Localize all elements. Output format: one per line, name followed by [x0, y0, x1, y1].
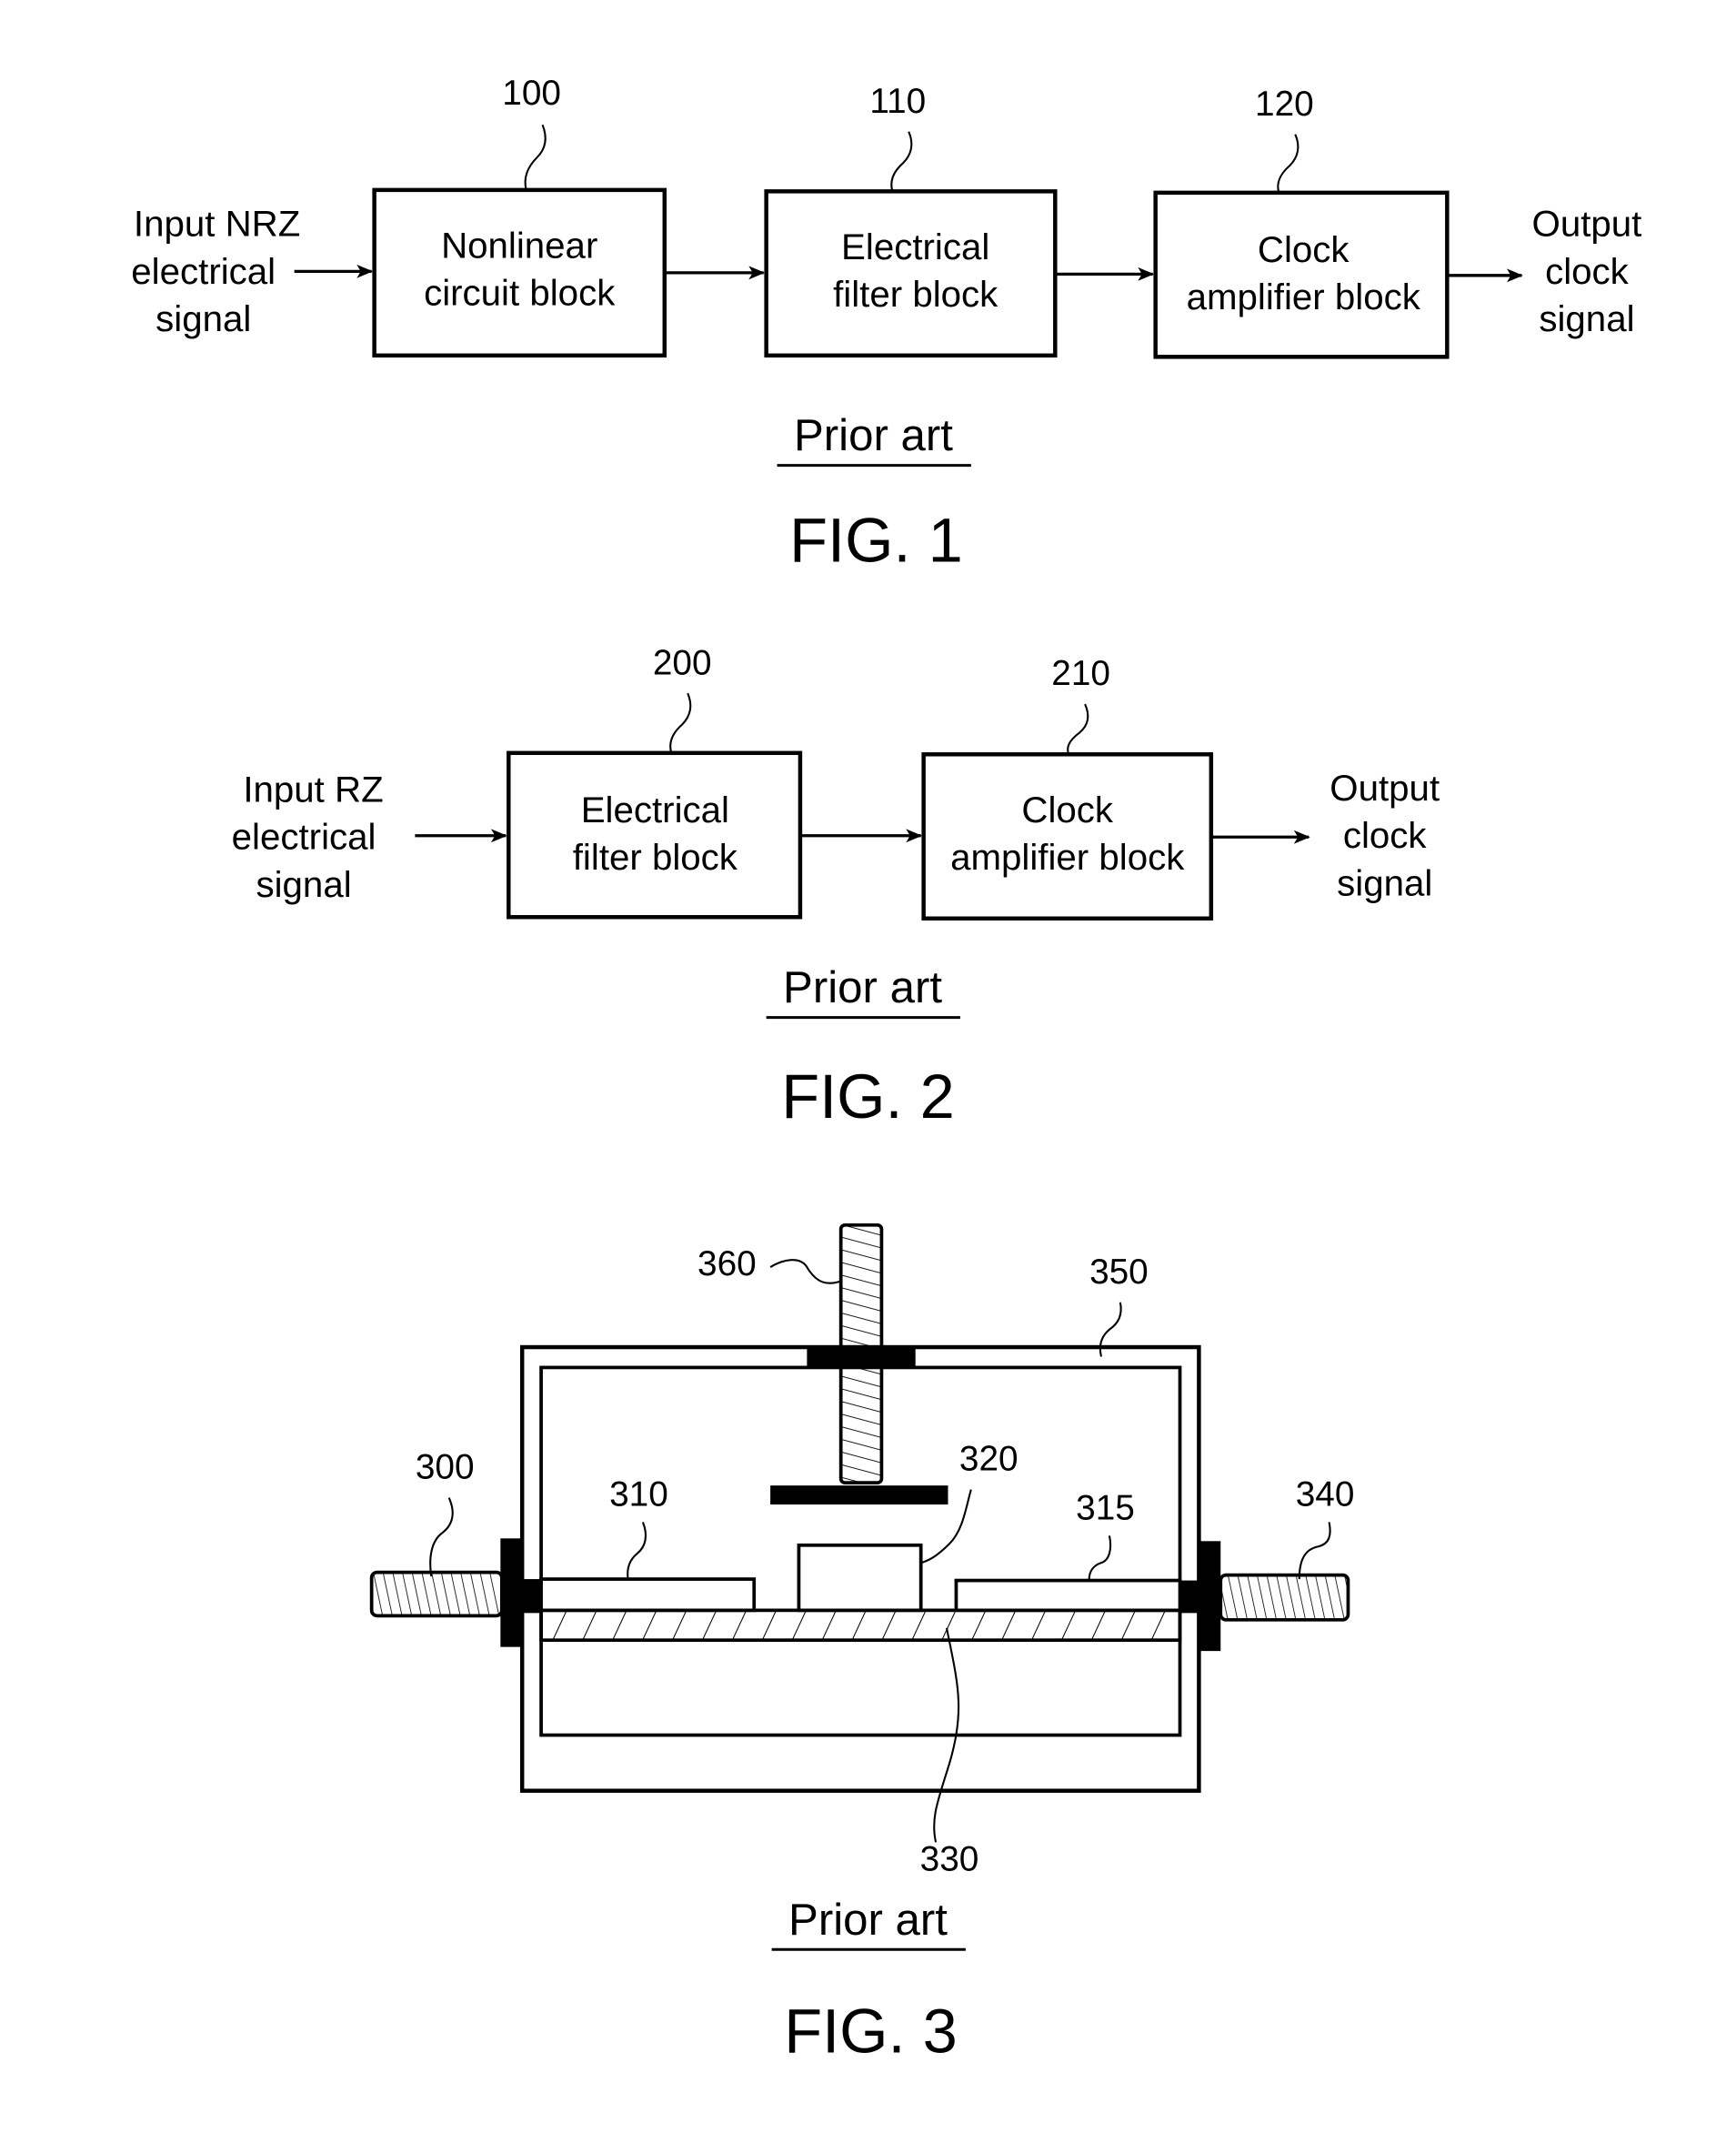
- leader-340: [1298, 1522, 1331, 1580]
- ref-210: 210: [1051, 654, 1110, 693]
- device-320: [797, 1543, 923, 1613]
- connector-340: [1179, 1541, 1350, 1652]
- leader-110: [890, 131, 913, 192]
- ref-100: 100: [502, 74, 561, 113]
- ref-200: 200: [653, 643, 712, 682]
- fig1-output-line-3: signal: [1539, 298, 1634, 339]
- fig2-output-label: Output clock signal: [1330, 768, 1440, 903]
- fig1-caption: FIG. 1: [789, 506, 963, 576]
- line-310: [539, 1577, 757, 1613]
- ref-120: 120: [1255, 85, 1314, 124]
- fig1-input-line-2: electrical: [131, 251, 276, 292]
- figure-2: Input RZ electrical signal Electrical fi…: [232, 643, 1440, 1132]
- ref-340: 340: [1296, 1475, 1355, 1514]
- fig2-input-label: Input RZ electrical signal: [232, 769, 384, 904]
- block-210-line-1: Clock: [1021, 790, 1114, 830]
- block-210-line-2: amplifier block: [950, 837, 1185, 878]
- ref-330: 330: [920, 1840, 979, 1879]
- leader-100: [524, 124, 547, 191]
- block-100-line-2: circuit block: [424, 273, 616, 314]
- line-315: [954, 1578, 1182, 1613]
- leader-300: [429, 1497, 454, 1577]
- figure-1: Input NRZ electrical signal Nonlinear ci…: [131, 74, 1641, 576]
- fig2-output-line-3: signal: [1337, 862, 1432, 903]
- fig1-input-line-3: signal: [156, 298, 251, 339]
- fig2-input-line-3: signal: [256, 864, 351, 905]
- ref-310: 310: [609, 1475, 668, 1514]
- fig1-block-clock-amplifier: Clock amplifier block: [1153, 190, 1450, 359]
- block-120-line-1: Clock: [1258, 229, 1350, 270]
- ref-360: 360: [697, 1244, 757, 1283]
- fig1-input-label: Input NRZ electrical signal: [131, 204, 300, 339]
- connector-300: [369, 1538, 542, 1647]
- fig2-output-line-2: clock: [1343, 815, 1428, 856]
- screw-nut: [807, 1348, 916, 1368]
- fig3-prior-art-label: Prior art: [788, 1895, 948, 1945]
- block-110-line-1: Electrical: [841, 226, 989, 267]
- block-110-line-2: filter block: [833, 274, 998, 315]
- block-100-line-1: Nonlinear: [441, 225, 597, 266]
- block-200-line-1: Electrical: [581, 790, 729, 830]
- tuning-disk: [770, 1485, 948, 1505]
- fig2-output-line-1: Output: [1330, 768, 1440, 809]
- ref-315: 315: [1076, 1488, 1135, 1527]
- leader-200: [669, 692, 692, 754]
- substrate-330: [539, 1608, 1182, 1643]
- ref-320: 320: [959, 1440, 1019, 1479]
- leader-120: [1277, 134, 1299, 194]
- figure-3: 360 350 300 310 320 315 340 330 Prior ar…: [369, 1222, 1355, 2067]
- ref-110: 110: [869, 82, 926, 121]
- block-120-line-2: amplifier block: [1187, 277, 1421, 317]
- leader-210: [1067, 703, 1089, 755]
- block-200-line-2: filter block: [573, 837, 738, 878]
- fig1-output-line-1: Output: [1532, 204, 1642, 245]
- fig2-input-line-1: Input RZ: [243, 769, 383, 810]
- ref-300: 300: [416, 1448, 475, 1487]
- fig1-output-line-2: clock: [1545, 251, 1630, 292]
- fig1-block-nonlinear-circuit: Nonlinear circuit block: [372, 187, 667, 358]
- fig2-caption: FIG. 2: [781, 1061, 955, 1132]
- fig1-prior-art-label: Prior art: [794, 410, 953, 460]
- fig1-output-label: Output clock signal: [1532, 204, 1642, 339]
- ref-350: 350: [1089, 1253, 1149, 1292]
- fig3-caption: FIG. 3: [784, 1997, 958, 2067]
- fig1-block-electrical-filter: Electrical filter block: [764, 189, 1058, 358]
- fig2-block-clock-amplifier: Clock amplifier block: [921, 752, 1214, 921]
- fig2-block-electrical-filter: Electrical filter block: [507, 750, 803, 920]
- fig1-input-line-1: Input NRZ: [134, 204, 300, 245]
- leader-360: [769, 1259, 843, 1284]
- fig2-prior-art-label: Prior art: [783, 962, 942, 1012]
- patent-drawing-sheet: Input NRZ electrical signal Nonlinear ci…: [131, 74, 1641, 2067]
- fig2-input-line-2: electrical: [232, 817, 376, 858]
